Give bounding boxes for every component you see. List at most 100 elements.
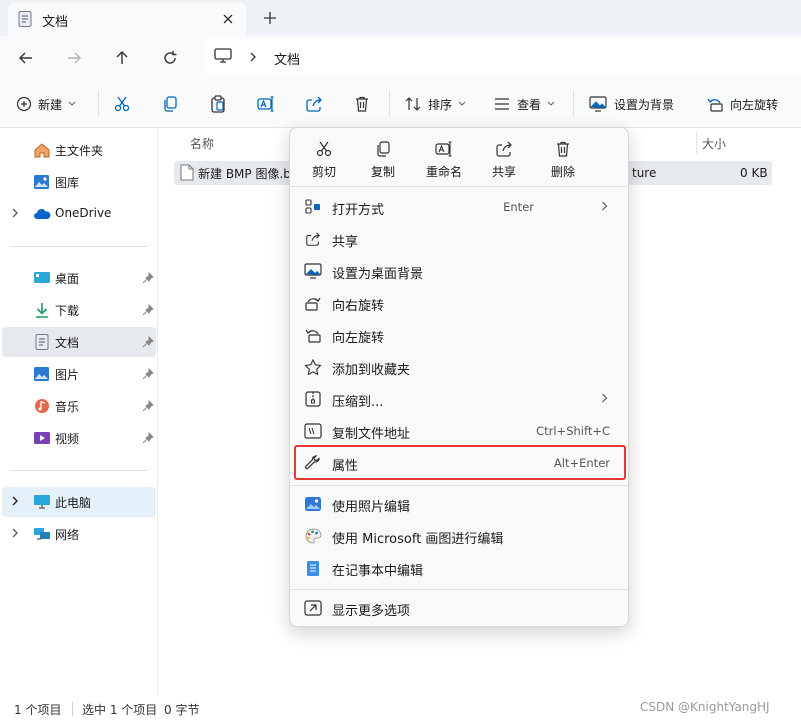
sidebar-item-label: 视频 xyxy=(55,432,80,446)
file-icon xyxy=(180,164,194,181)
chevron-right-icon[interactable] xyxy=(11,496,19,506)
copy-button[interactable] xyxy=(161,93,179,115)
paste-button[interactable] xyxy=(209,93,227,115)
back-button[interactable] xyxy=(14,46,38,70)
sidebar-item-label: 图库 xyxy=(55,176,80,190)
menu-share-button[interactable]: 共享 xyxy=(480,138,528,184)
network-icon xyxy=(33,526,51,542)
menu-item-edit-with-photos[interactable]: 使用照片编辑 xyxy=(294,489,624,519)
share-icon xyxy=(495,140,513,158)
sidebar-item-label: 下载 xyxy=(55,304,80,318)
paint-app-icon xyxy=(304,528,322,544)
menu-item-show-more-options[interactable]: 显示更多选项 xyxy=(294,593,624,623)
breadcrumb-documents[interactable]: 文档 xyxy=(274,49,300,68)
menu-delete-button[interactable]: 删除 xyxy=(539,138,587,184)
home-icon xyxy=(33,142,51,158)
chevron-right-icon xyxy=(601,393,608,403)
cut-icon xyxy=(114,96,130,112)
column-header-size[interactable]: 大小 xyxy=(702,135,726,152)
sort-button[interactable]: 排序 xyxy=(404,93,466,115)
sidebar-item-videos[interactable]: 视频 xyxy=(2,423,156,453)
set-background-button[interactable]: 设置为背景 xyxy=(589,93,674,115)
up-button[interactable] xyxy=(110,46,134,70)
delete-button[interactable] xyxy=(353,93,371,115)
sidebar-item-downloads[interactable]: 下载 xyxy=(2,295,156,325)
share-icon xyxy=(304,231,322,247)
menu-copy-button[interactable]: 复制 xyxy=(359,138,407,184)
refresh-icon xyxy=(164,51,177,64)
delete-icon xyxy=(554,140,572,158)
rotate-left-label: 向左旋转 xyxy=(730,97,779,112)
menu-cut-button[interactable]: 剪切 xyxy=(300,138,348,184)
toolbar-divider xyxy=(573,90,574,116)
pin-icon[interactable] xyxy=(142,432,154,444)
toolbar-divider xyxy=(98,90,99,116)
sidebar-item-gallery[interactable]: 图库 xyxy=(2,167,156,197)
set-background-label: 设置为背景 xyxy=(614,97,675,112)
new-button[interactable]: 新建 xyxy=(16,93,76,115)
menu-item-label: 复制文件地址 xyxy=(332,427,411,442)
menu-delete-label: 删除 xyxy=(550,165,575,179)
chevron-right-icon[interactable] xyxy=(11,528,19,538)
menu-item-compress-to[interactable]: 压缩到... xyxy=(294,384,624,414)
sidebar-item-this-pc[interactable]: 此电脑 xyxy=(2,487,156,517)
sidebar-item-desktop[interactable]: 桌面 xyxy=(2,263,156,293)
pin-icon[interactable] xyxy=(142,336,154,348)
pin-icon[interactable] xyxy=(142,400,154,412)
menu-rename-button[interactable]: 重命名 xyxy=(418,138,470,184)
menu-item-open-with[interactable]: 打开方式 Enter xyxy=(294,192,624,222)
chevron-right-icon[interactable] xyxy=(11,208,19,218)
rename-button[interactable] xyxy=(257,93,275,115)
menu-item-add-to-favorites[interactable]: 添加到收藏夹 xyxy=(294,352,624,382)
sidebar-item-documents[interactable]: 文档 xyxy=(2,327,156,357)
refresh-button[interactable] xyxy=(158,46,182,70)
cut-button[interactable] xyxy=(113,93,131,115)
command-toolbar: 新建 排序 查看 设置为背景 向左旋转 xyxy=(0,78,801,128)
menu-item-label: 显示更多选项 xyxy=(332,604,411,619)
forward-arrow-icon xyxy=(68,52,81,64)
sidebar-item-label: OneDrive xyxy=(55,206,112,220)
share-button[interactable] xyxy=(305,93,323,115)
menu-item-rotate-left[interactable]: 向左旋转 xyxy=(294,320,624,350)
column-header-name[interactable]: 名称 xyxy=(190,135,214,152)
new-tab-button[interactable] xyxy=(258,6,282,30)
pin-icon[interactable] xyxy=(142,368,154,380)
new-label: 新建 xyxy=(38,97,63,112)
file-size: 0 KB xyxy=(740,166,768,180)
close-tab-button[interactable] xyxy=(218,9,238,29)
wallpaper-icon xyxy=(304,263,322,279)
menu-item-set-desktop-background[interactable]: 设置为桌面背景 xyxy=(294,256,624,286)
menu-item-shortcut: Enter xyxy=(503,200,534,214)
plus-circle-icon xyxy=(16,96,32,112)
menu-item-edit-in-notepad[interactable]: 在记事本中编辑 xyxy=(294,553,624,583)
sidebar-item-music[interactable]: 音乐 xyxy=(2,391,156,421)
sidebar-item-pictures[interactable]: 图片 xyxy=(2,359,156,389)
address-bar[interactable]: 文档 xyxy=(204,39,801,75)
menu-item-edit-with-paint[interactable]: 使用 Microsoft 画图进行编辑 xyxy=(294,521,624,551)
sidebar-item-home[interactable]: 主文件夹 xyxy=(2,135,156,165)
column-divider[interactable] xyxy=(696,132,697,154)
pin-icon[interactable] xyxy=(142,272,154,284)
menu-item-share[interactable]: 共享 xyxy=(294,224,624,254)
sidebar-item-label: 图片 xyxy=(55,368,80,382)
menu-item-shortcut: Ctrl+Shift+C xyxy=(536,424,610,438)
sidebar-item-network[interactable]: 网络 xyxy=(2,519,156,549)
sort-label: 排序 xyxy=(428,97,453,112)
rotate-left-button[interactable]: 向左旋转 xyxy=(706,93,778,115)
cut-icon xyxy=(315,140,333,158)
pin-icon[interactable] xyxy=(142,304,154,316)
menu-item-rotate-right[interactable]: 向右旋转 xyxy=(294,288,624,318)
cloud-icon xyxy=(33,206,51,222)
pictures-icon xyxy=(33,366,51,382)
forward-button[interactable] xyxy=(62,46,86,70)
menu-item-label: 向左旋转 xyxy=(332,331,385,346)
menu-item-label: 设置为桌面背景 xyxy=(332,267,424,282)
context-menu: 剪切 复制 重命名 共享 删除 打开方式 Enter 共享 设置为桌面背景 向右… xyxy=(289,127,629,627)
tab-documents[interactable]: 文档 xyxy=(8,2,246,36)
view-button[interactable]: 查看 xyxy=(493,93,555,115)
chevron-down-icon xyxy=(458,101,466,106)
file-name: 新建 BMP 图像.b xyxy=(198,167,291,181)
menu-share-label: 共享 xyxy=(491,165,516,179)
menu-item-copy-path[interactable]: 复制文件地址 Ctrl+Shift+C xyxy=(294,416,624,446)
sidebar-item-onedrive[interactable]: OneDrive xyxy=(2,199,156,229)
